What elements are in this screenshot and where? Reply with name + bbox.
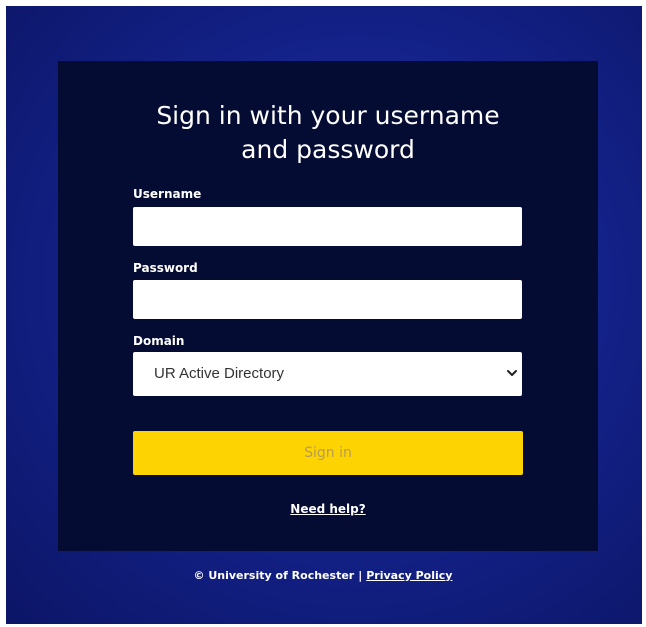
domain-select[interactable]: UR Active Directory: [133, 352, 522, 396]
password-label: Password: [133, 261, 198, 275]
domain-label: Domain: [133, 334, 185, 348]
title-line-1: Sign in with your username: [156, 101, 500, 130]
domain-selected-value: UR Active Directory: [154, 365, 285, 382]
footer-separator: |: [358, 569, 363, 582]
page-background: Sign in with your username and password …: [6, 6, 642, 624]
privacy-policy-link[interactable]: Privacy Policy: [366, 569, 452, 582]
sign-in-button[interactable]: Sign in: [133, 431, 523, 475]
title-line-2: and password: [241, 135, 415, 164]
help-link-row: Need help?: [58, 502, 598, 516]
chevron-down-icon: [507, 370, 517, 376]
username-field[interactable]: [133, 207, 522, 246]
copyright-text: © University of Rochester: [193, 569, 355, 582]
footer: © University of Rochester | Privacy Policy: [0, 569, 646, 583]
need-help-link[interactable]: Need help?: [290, 502, 365, 516]
login-card: Sign in with your username and password …: [58, 61, 598, 551]
password-field[interactable]: [133, 280, 522, 319]
page-title: Sign in with your username and password: [58, 99, 598, 167]
username-label: Username: [133, 187, 202, 201]
